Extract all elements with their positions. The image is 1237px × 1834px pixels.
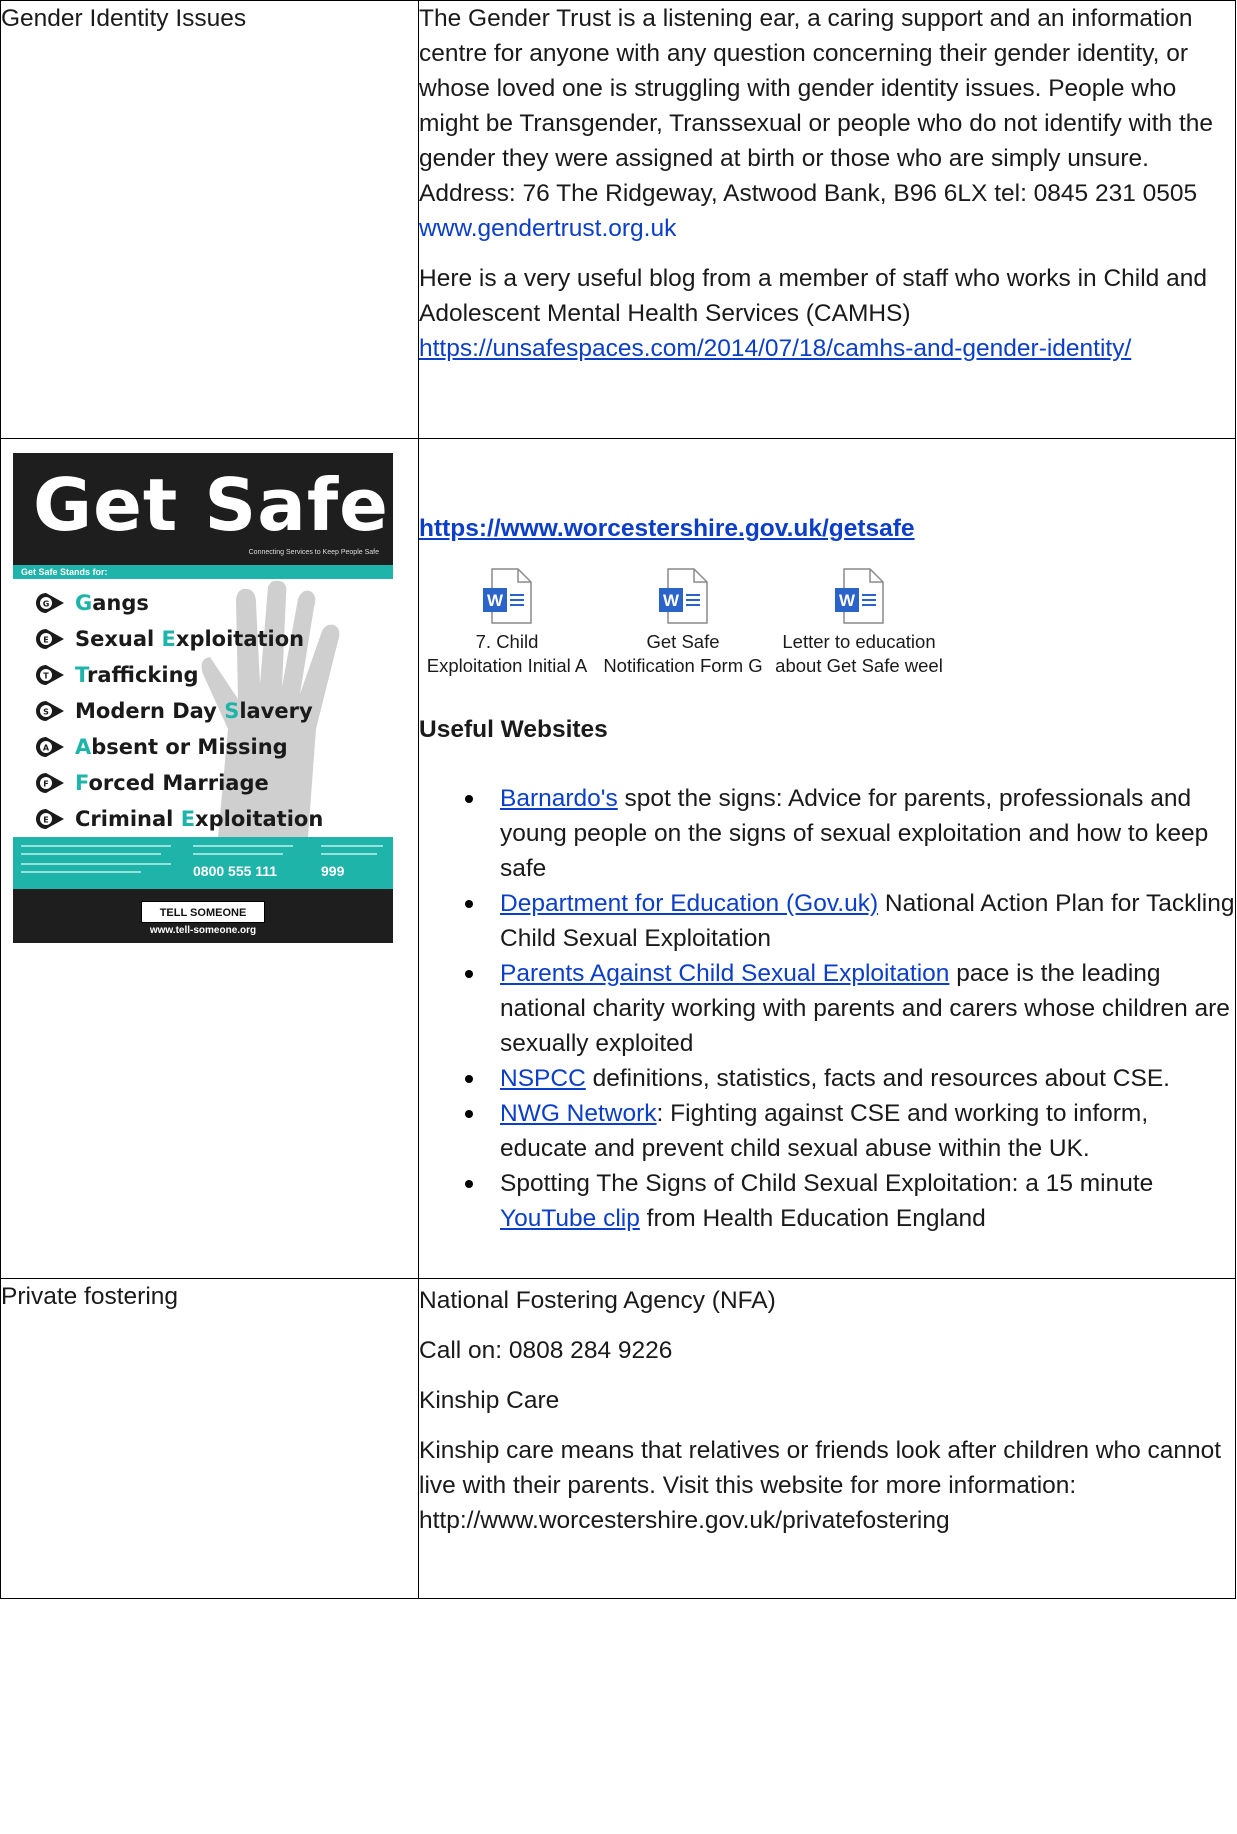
nspcc-link[interactable]: NSPCC — [500, 1065, 586, 1092]
attachments-row: W 7. Child Exploitation Initial A W Get … — [419, 568, 1235, 678]
poster-phone-1: 0800 555 111 — [193, 863, 278, 879]
word-doc-icon: W — [835, 568, 884, 624]
pin-marker-icon: F — [35, 772, 65, 794]
attachment-child-exploitation[interactable]: W 7. Child Exploitation Initial A — [419, 568, 595, 678]
poster-list-item: S Modern Day Slavery — [35, 693, 323, 729]
barnardos-link[interactable]: Barnardo's — [500, 785, 618, 812]
getsafe-link[interactable]: https://www.worcestershire.gov.uk/getsaf… — [419, 515, 915, 542]
topic-cell: Gender Identity Issues — [0, 0, 419, 439]
agency-name: National Fostering Agency (NFA) — [419, 1287, 776, 1314]
get-safe-poster: Get Safe Connecting Services to Keep Peo… — [13, 453, 393, 943]
resource-table: Gender Identity Issues The Gender Trust … — [0, 0, 1236, 1599]
nwg-link[interactable]: NWG Network — [500, 1100, 657, 1127]
poster-list-label: Forced Marriage — [75, 771, 269, 795]
poster-list-item: A Absent or Missing — [35, 729, 323, 765]
attachment-letter-education[interactable]: W Letter to education about Get Safe wee… — [771, 568, 947, 678]
topic-cell: Private fostering — [0, 1278, 419, 1599]
pin-marker-icon: E — [35, 628, 65, 650]
camhs-blog-link[interactable]: https://unsafespaces.com/2014/07/18/camh… — [419, 335, 1131, 362]
content-cell: The Gender Trust is a listening ear, a c… — [418, 0, 1236, 439]
youtube-clip-link[interactable]: YouTube clip — [500, 1205, 640, 1232]
svg-text:A: A — [43, 744, 50, 753]
svg-text:W: W — [839, 591, 856, 610]
poster-cell: Get Safe Connecting Services to Keep Peo… — [0, 438, 419, 1279]
pin-marker-icon: A — [35, 736, 65, 758]
table-row-getsafe: Get Safe Connecting Services to Keep Peo… — [0, 438, 1236, 1279]
fostering-content-cell: National Fostering Agency (NFA) Call on:… — [418, 1278, 1236, 1599]
kinship-text: Kinship care means that relatives or fri… — [419, 1437, 1222, 1534]
camhs-text: Here is a very useful blog from a member… — [419, 265, 1207, 327]
poster-list-label: Sexual Exploitation — [75, 627, 305, 651]
poster-stands-for: Get Safe Stands for: — [13, 565, 393, 579]
poster-list-item: G Gangs — [35, 585, 323, 621]
poster-list-item: T Trafficking — [35, 657, 323, 693]
list-item: NSPCC definitions, statistics, facts and… — [465, 1061, 1235, 1096]
list-item: Barnardo's spot the signs: Advice for pa… — [465, 781, 1235, 886]
topic-label: Gender Identity Issues — [1, 5, 247, 32]
list-item: Spotting The Signs of Child Sexual Explo… — [465, 1166, 1235, 1236]
svg-text:T: T — [43, 672, 49, 681]
poster-url: www.tell-someone.org — [149, 925, 257, 936]
table-row-fostering: Private fostering National Fostering Age… — [0, 1278, 1236, 1599]
svg-text:S: S — [43, 708, 49, 717]
pin-marker-icon: T — [35, 664, 65, 686]
pin-marker-icon: S — [35, 700, 65, 722]
pin-marker-icon: G — [35, 592, 65, 614]
table-row-gender: Gender Identity Issues The Gender Trust … — [0, 0, 1236, 439]
pace-link[interactable]: Parents Against Child Sexual Exploitatio… — [500, 960, 949, 987]
tell-someone-badge: TELL SOMEONE — [141, 901, 265, 923]
topic-label: Private fostering — [1, 1283, 179, 1310]
list-item-text: definitions, statistics, facts and resou… — [585, 1065, 1170, 1092]
poster-list-item: F Forced Marriage — [35, 765, 323, 801]
attachment-caption-line2: Exploitation Initial A — [426, 655, 588, 676]
useful-websites-heading: Useful Websites — [419, 716, 608, 743]
poster-list-label: Trafficking — [75, 663, 199, 687]
poster-list-label: Absent or Missing — [75, 735, 288, 759]
dfe-link[interactable]: Department for Education (Gov.uk) — [500, 890, 878, 917]
poster-footer: 0800 555 111 999 — [13, 837, 393, 889]
poster-list-item: E Criminal Exploitation — [35, 801, 323, 837]
svg-text:G: G — [43, 600, 50, 609]
pin-marker-icon: E — [35, 808, 65, 830]
list-item: NWG Network: Fighting against CSE and wo… — [465, 1096, 1235, 1166]
svg-text:W: W — [663, 591, 680, 610]
gender-trust-paragraph: The Gender Trust is a listening ear, a c… — [419, 1, 1235, 246]
svg-text:E: E — [43, 636, 48, 645]
attachment-notification-form[interactable]: W Get Safe Notification Form G — [595, 568, 771, 678]
getsafe-content-cell: https://www.worcestershire.gov.uk/getsaf… — [418, 438, 1236, 1279]
svg-text:F: F — [43, 780, 48, 789]
list-item-text: Spotting The Signs of Child Sexual Explo… — [500, 1170, 1154, 1197]
poster-list: G Gangs E Sexual Exploitation T Trafficking S M… — [35, 585, 323, 837]
list-item: Department for Education (Gov.uk) Nation… — [465, 886, 1235, 956]
attachment-caption-line2: Notification Form G — [603, 655, 763, 676]
svg-text:E: E — [43, 816, 48, 825]
svg-text:W: W — [487, 591, 504, 610]
attachment-caption-line1: 7. Child — [475, 631, 539, 652]
gender-trust-link[interactable]: www.gendertrust.org.uk — [419, 215, 676, 242]
poster-list-item: E Sexual Exploitation — [35, 621, 323, 657]
poster-title: Get Safe — [33, 463, 390, 547]
gender-trust-text: The Gender Trust is a listening ear, a c… — [419, 5, 1214, 207]
poster-phone-2: 999 — [321, 863, 345, 879]
attachment-caption-line1: Get Safe — [646, 631, 720, 652]
poster-list-label: Gangs — [75, 591, 149, 615]
poster-list-label: Criminal Exploitation — [75, 807, 324, 831]
attachment-caption-line2: about Get Safe weel — [775, 655, 943, 676]
poster-list-label: Modern Day Slavery — [75, 699, 313, 723]
list-item-text: from Health Education England — [639, 1205, 986, 1232]
kinship-title: Kinship Care — [419, 1387, 560, 1414]
attachment-caption-line1: Letter to education — [782, 631, 936, 652]
word-doc-icon: W — [659, 568, 708, 624]
poster-subtitle: Connecting Services to Keep People Safe — [248, 549, 379, 556]
word-doc-icon: W — [483, 568, 532, 624]
list-item: Parents Against Child Sexual Exploitatio… — [465, 956, 1235, 1061]
camhs-paragraph: Here is a very useful blog from a member… — [419, 261, 1235, 366]
agency-phone: Call on: 0808 284 9226 — [419, 1337, 673, 1364]
useful-websites-list: Barnardo's spot the signs: Advice for pa… — [419, 781, 1235, 1236]
